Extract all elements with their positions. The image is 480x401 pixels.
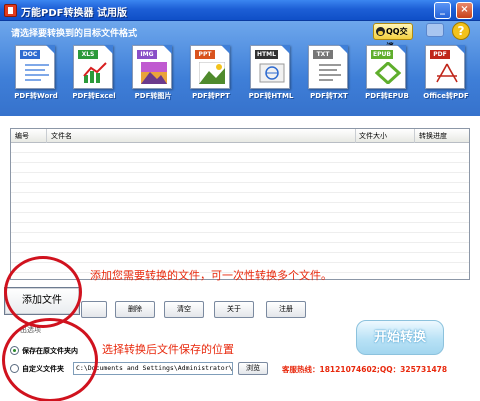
start-convert-button[interactable]: 开始转换 [356,320,444,355]
format-badge: XLS [78,50,98,59]
table-body[interactable] [11,143,469,279]
delete-button[interactable]: 删除 [115,301,155,318]
app-icon [4,4,17,17]
format-tile-xls[interactable]: XLS PDF转Excel [69,45,119,101]
add-file-button[interactable]: 添加文件 [4,287,80,315]
custom-folder-label[interactable]: 自定义文件夹 [22,364,64,374]
format-tile-txt[interactable]: TXT PDF转TXT [304,45,354,101]
format-tile-epub[interactable]: EPUB PDF转EPUB [362,45,412,101]
format-badge: EPUB [371,50,393,59]
format-art [24,62,50,84]
column-filename[interactable]: 文件名 [51,131,72,141]
clear-button[interactable]: 清空 [164,301,204,318]
format-label: PDF转Excel [72,92,116,100]
format-header: 请选择要转换到的目标文件格式 QQ交谈 ? DOC PDF转Word XLS PDF转… [0,21,480,116]
format-badge: HTML [255,50,278,59]
format-label: PDF转HTML [248,92,294,100]
txt-icon: TXT [308,45,348,89]
format-badge: TXT [313,50,333,59]
format-prompt: 请选择要转换到的目标文件格式 [11,29,138,39]
radio-custom-folder[interactable] [10,364,19,373]
format-badge: PDF [430,50,450,59]
title-bar: 万能PDF转换器 试用版 _ × [0,0,480,21]
output-path-input[interactable]: C:\Documents and Settings\Administrator\… [73,362,233,375]
epub-icon: EPUB [366,45,406,89]
format-art [198,61,226,85]
qq-penguin-icon [376,27,385,36]
format-tile-html[interactable]: HTML PDF转HTML [246,45,296,101]
column-progress[interactable]: 转换进度 [419,131,447,141]
support-hotline: 客服热线：18121074602;QQ：325731478 [282,365,448,374]
chat-bubble-icon[interactable] [426,23,444,37]
format-label: PDF转Word [14,92,58,100]
annotation-circle [2,318,98,401]
format-label: Office转PDF [423,92,469,100]
column-index[interactable]: 编号 [15,131,29,141]
main-panel: 编号 文件名 文件大小 转换进度 添加您需要转换的文件，可一次性转换多个文件。 … [0,116,480,401]
hidden-button[interactable] [81,301,107,318]
table-header: 编号 文件名 文件大小 转换进度 [11,129,469,143]
output-options-label: 出选项 [20,326,41,334]
format-badge: DOC [20,50,40,59]
format-badge: IMG [137,50,157,59]
word-doc-icon: DOC [15,45,55,89]
format-badge: PPT [195,50,215,59]
column-divider[interactable] [46,129,47,143]
html-icon: HTML [250,45,290,89]
column-filesize[interactable]: 文件大小 [359,131,387,141]
close-button[interactable]: × [456,2,473,19]
format-art [374,60,402,86]
format-tile-doc[interactable]: DOC PDF转Word [11,45,61,101]
format-art [434,62,460,84]
file-table[interactable]: 编号 文件名 文件大小 转换进度 [10,128,470,280]
format-label: PDF转PPT [192,92,230,100]
format-art [141,62,167,84]
format-label: PDF转图片 [134,92,172,100]
format-label: PDF转EPUB [365,92,409,100]
window-title: 万能PDF转换器 试用版 [21,8,127,19]
help-icon[interactable]: ? [452,22,470,40]
qq-chat-button[interactable]: QQ交谈 [373,23,413,51]
format-tile-ppt[interactable]: PPT PDF转PPT [186,45,236,101]
format-art [259,62,285,84]
format-tile-img[interactable]: IMG PDF转图片 [128,45,178,101]
radio-same-folder[interactable] [10,346,19,355]
about-button[interactable]: 关于 [214,301,254,318]
browse-button[interactable]: 浏览 [238,362,268,375]
add-files-hint: 添加您需要转换的文件，可一次性转换多个文件。 [90,269,332,282]
minimize-button[interactable]: _ [434,2,451,19]
register-button[interactable]: 注册 [266,301,306,318]
same-folder-label[interactable]: 保存在原文件夹内 [22,346,78,356]
column-divider[interactable] [414,129,415,143]
format-label: PDF转TXT [310,92,348,100]
ppt-icon: PPT [190,45,230,89]
format-tile-pdf[interactable]: PDF Office转PDF [421,45,471,101]
pdf-icon: PDF [425,45,465,89]
column-divider[interactable] [355,129,356,143]
image-icon: IMG [132,45,172,89]
format-art [82,62,108,84]
save-location-hint: 选择转换后文件保存的位置 [102,343,234,356]
excel-chart-icon: XLS [73,45,113,89]
format-art [317,62,343,84]
